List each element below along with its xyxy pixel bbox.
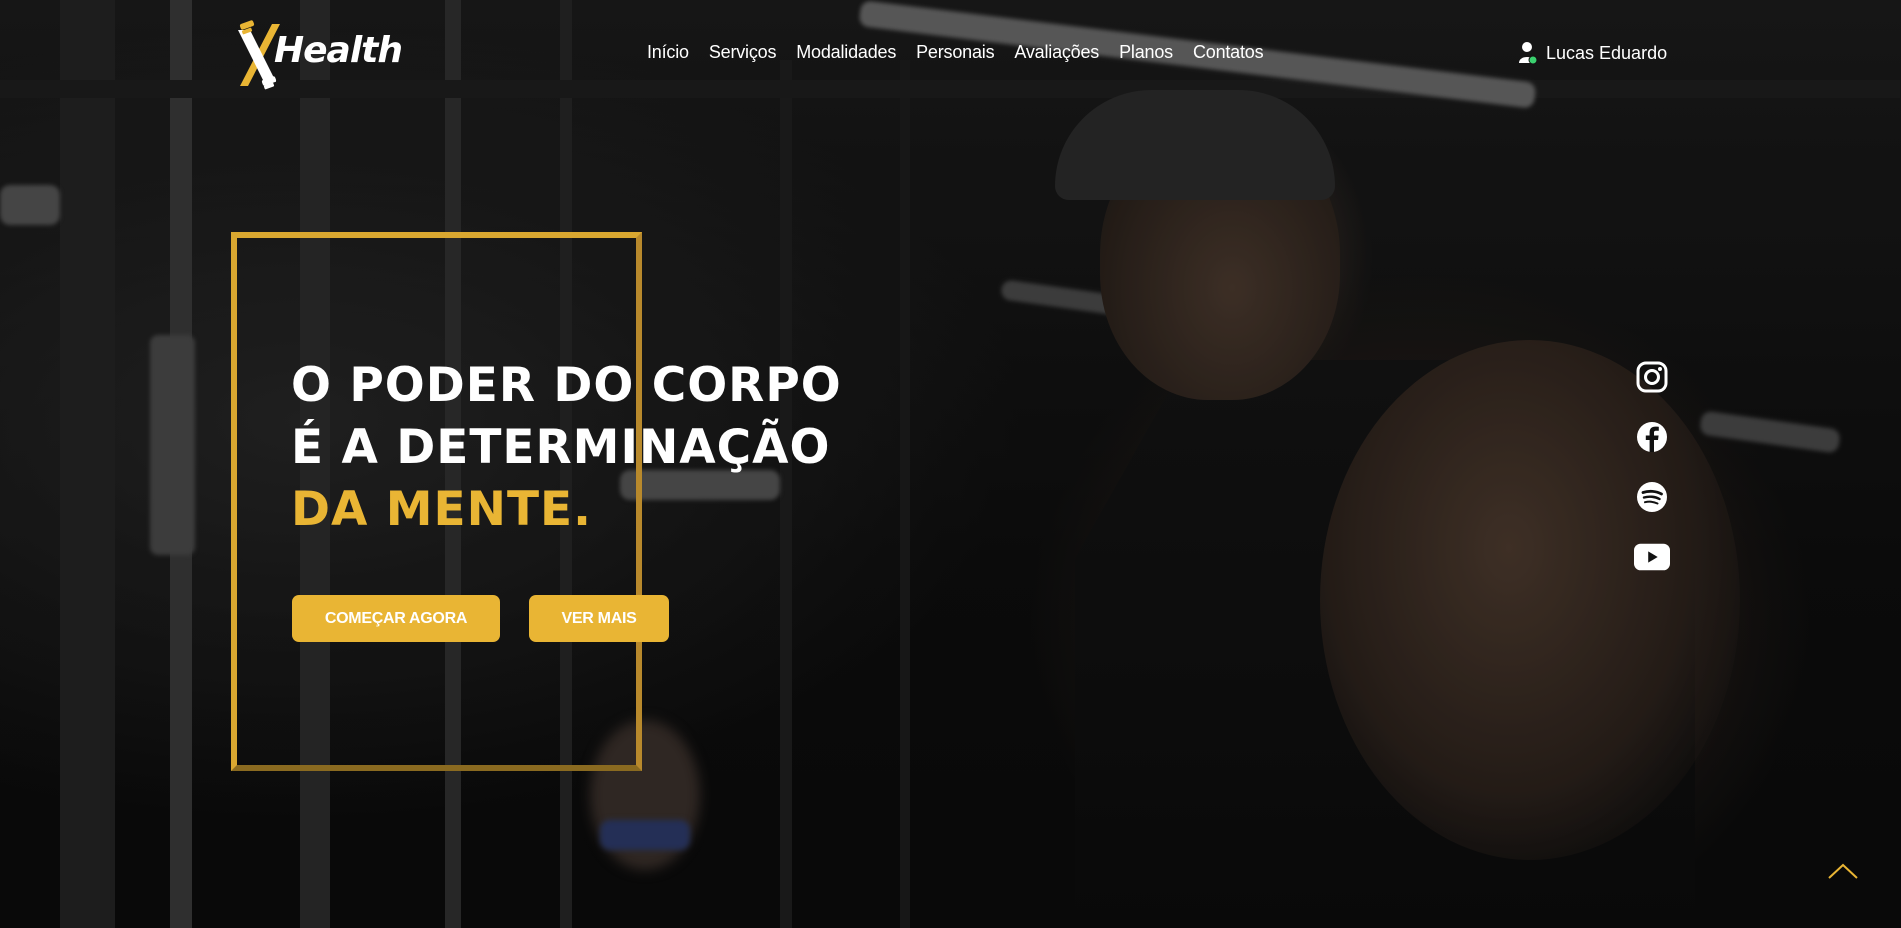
nav-item-modalidades[interactable]: Modalidades (786, 42, 906, 63)
hero-headline: O PODER DO CORPO É A DETERMINAÇÃO DA MEN… (291, 355, 842, 541)
facebook-icon[interactable] (1634, 420, 1670, 453)
user-icon (1518, 41, 1538, 65)
main-nav: Início Serviços Modalidades Personais Av… (637, 42, 1273, 63)
spotify-icon[interactable] (1634, 480, 1670, 513)
nav-item-personais[interactable]: Personais (906, 42, 1004, 63)
start-now-button[interactable]: COMEÇAR AGORA (292, 595, 500, 642)
headline-line-3: DA MENTE. (291, 482, 592, 537)
chevron-up-icon (1826, 863, 1860, 886)
see-more-button[interactable]: VER MAIS (529, 595, 669, 642)
user-name: Lucas Eduardo (1546, 42, 1668, 63)
headline-line-2: É A DETERMINAÇÃO (291, 420, 831, 475)
nav-item-avaliacoes[interactable]: Avaliações (1004, 42, 1109, 63)
user-account-link[interactable]: Lucas Eduardo (1518, 41, 1667, 65)
youtube-icon[interactable] (1634, 540, 1670, 573)
instagram-icon[interactable] (1634, 360, 1670, 393)
social-links (1634, 360, 1670, 573)
top-header: Health Início Serviços Modalidades Perso… (0, 0, 1901, 105)
nav-item-planos[interactable]: Planos (1109, 42, 1183, 63)
nav-item-contatos[interactable]: Contatos (1183, 42, 1273, 63)
scroll-to-top-button[interactable] (1826, 860, 1860, 882)
brand-logo[interactable]: Health (232, 18, 417, 90)
nav-item-inicio[interactable]: Início (637, 42, 699, 63)
dumbbell-x-logo-icon (232, 20, 298, 90)
nav-item-servicos[interactable]: Serviços (699, 42, 786, 63)
headline-line-1: O PODER DO CORPO (291, 358, 842, 413)
